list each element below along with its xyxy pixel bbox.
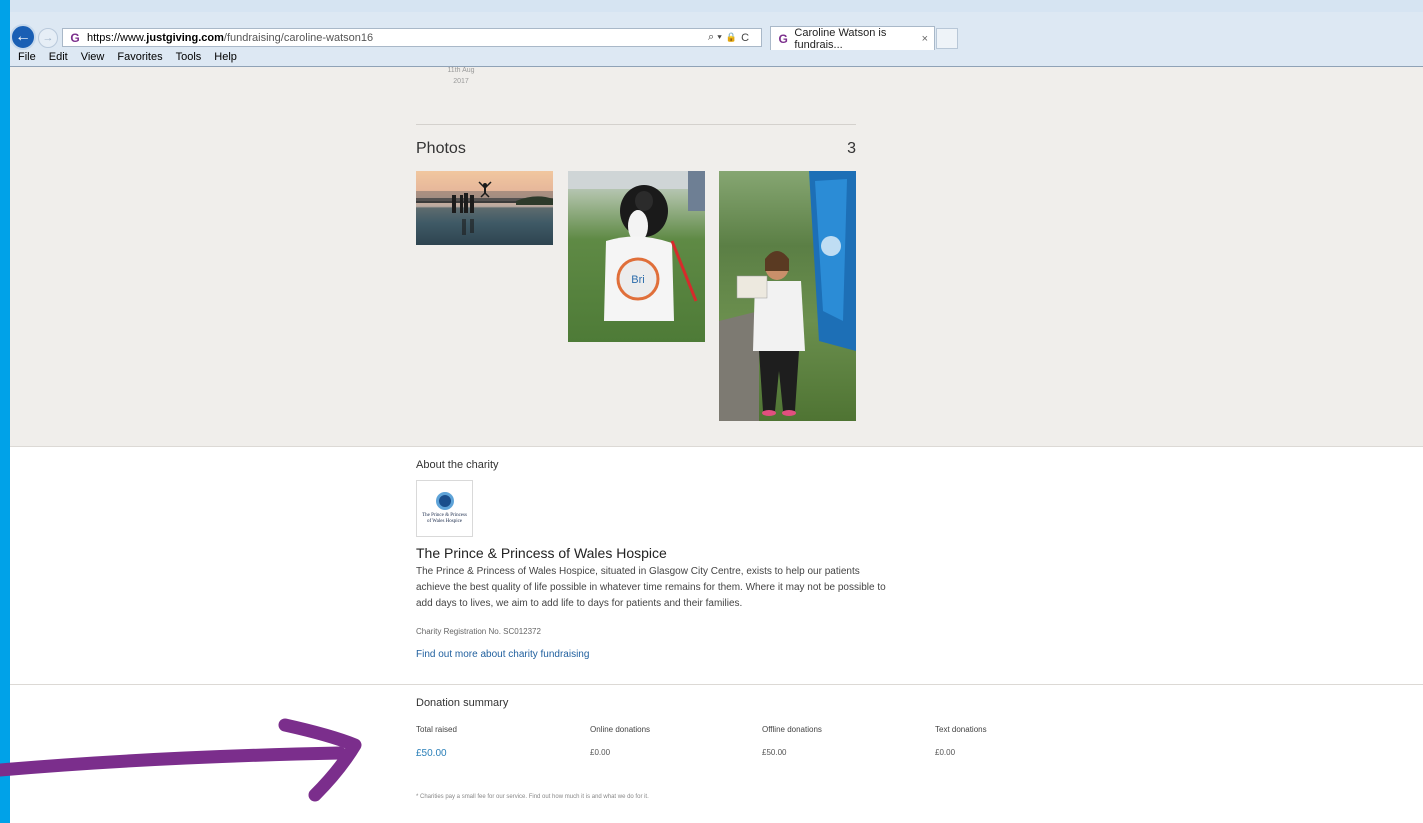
forward-button[interactable]: → <box>38 28 58 48</box>
text-donations-label: Text donations <box>935 725 987 734</box>
tab-close-icon[interactable]: × <box>922 33 928 45</box>
refresh-icon[interactable]: C <box>741 32 749 44</box>
online-donations-value: £0.00 <box>590 748 611 757</box>
photos-count: 3 <box>847 140 856 157</box>
new-tab-button[interactable] <box>936 28 958 49</box>
purple-arrow-annotation <box>0 718 362 802</box>
svg-text:Bri: Bri <box>631 274 644 286</box>
tab-title: Caroline Watson is fundrais... <box>794 26 887 51</box>
back-arrow-icon: ← <box>15 28 31 45</box>
offline-donations-label: Offline donations <box>762 725 822 734</box>
charity-description: The Prince & Princess of Wales Hospice, … <box>416 566 886 609</box>
title-bar <box>10 0 1423 12</box>
fee-footnote: * Charities pay a small fee for our serv… <box>416 794 649 800</box>
tab-favicon-icon: G <box>778 31 788 46</box>
menu-file[interactable]: File <box>18 51 36 67</box>
browser-tab[interactable]: G Caroline Watson is fundrais... × <box>770 26 935 51</box>
section-divider <box>416 124 856 125</box>
url-path: /fundraising/caroline-watson16 <box>223 31 374 44</box>
charity-registration: Charity Registration No. SC012372 <box>416 627 541 636</box>
photos-section: 11th Aug 2017 Photos 3 Bri <box>10 67 1423 447</box>
photo-jump-silhouette[interactable] <box>416 171 553 245</box>
search-icon[interactable]: ⌕ ▾ <box>708 31 722 44</box>
donation-divider <box>10 684 1423 685</box>
page-content: 11th Aug 2017 Photos 3 Bri About the cha… <box>10 67 1423 823</box>
about-charity-heading: About the charity <box>416 459 499 471</box>
menu-help[interactable]: Help <box>214 51 237 67</box>
justgiving-favicon-icon: G <box>70 30 80 45</box>
menu-bar: File Edit View Favorites Tools Help <box>10 51 237 67</box>
address-tools: ⌕ ▾ 🔒 C <box>708 28 749 47</box>
photo-woman-with-banner[interactable] <box>719 171 856 421</box>
forward-arrow-icon: → <box>42 32 54 44</box>
donation-summary-heading: Donation summary <box>416 697 509 709</box>
logo-text-line-2: of Wales Hospice <box>426 519 463 524</box>
date-line-1: 11th Aug <box>447 67 475 74</box>
text-donations-value: £0.00 <box>935 748 956 757</box>
address-bar[interactable]: G https://www. justgiving.com/fundraising… <box>62 28 762 47</box>
offline-donations-value: £50.00 <box>762 748 787 757</box>
navigation-row: ← → G https://www. justgiving.com/fundrai… <box>10 24 1423 51</box>
lock-icon[interactable]: 🔒 <box>726 32 737 43</box>
hospice-emblem-icon <box>435 492 454 510</box>
charity-name: The Prince & Princess of Wales Hospice <box>416 545 667 561</box>
photo-dog-tshirt[interactable]: Bri <box>568 171 705 342</box>
date-stamp: 11th Aug 2017 <box>436 67 486 87</box>
url-host: justgiving.com <box>146 31 224 44</box>
menu-tools[interactable]: Tools <box>176 51 202 67</box>
photos-title: Photos <box>416 140 466 157</box>
menu-edit[interactable]: Edit <box>49 51 68 67</box>
url-protocol: https://www. <box>87 31 147 44</box>
date-line-2: 2017 <box>453 78 469 85</box>
menu-favorites[interactable]: Favorites <box>117 51 162 67</box>
menu-view[interactable]: View <box>81 51 105 67</box>
back-button[interactable]: ← <box>10 24 36 50</box>
browser-chrome: ← → G https://www. justgiving.com/fundrai… <box>10 0 1423 68</box>
charity-logo[interactable]: The Prince & Princess of Wales Hospice <box>416 480 473 537</box>
online-donations-label: Online donations <box>590 725 651 734</box>
total-raised-label: Total raised <box>416 725 457 734</box>
charity-fundraising-link[interactable]: Find out more about charity fundraising <box>416 649 589 660</box>
total-raised-value: £50.00 <box>416 748 447 759</box>
